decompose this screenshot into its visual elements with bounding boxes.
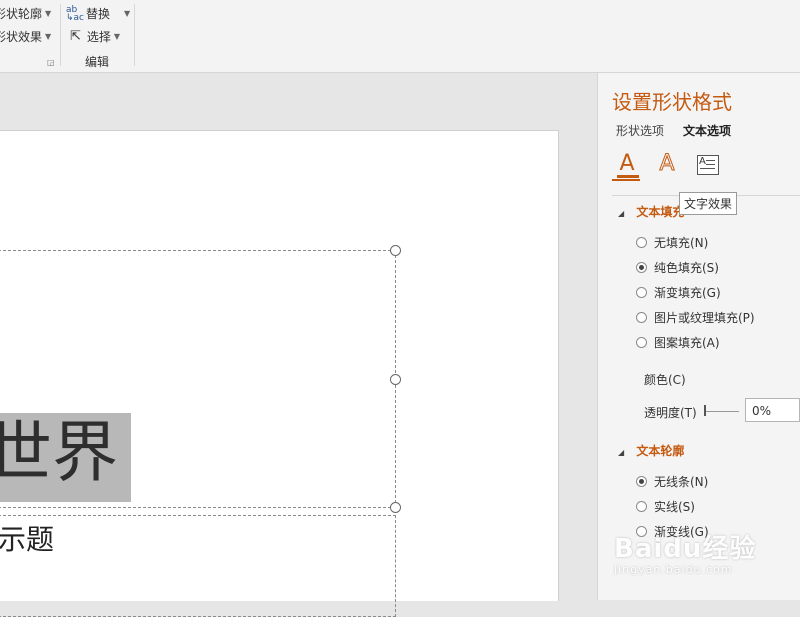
chevron-down-icon: ▼: [45, 9, 52, 18]
radio-gradient-fill[interactable]: 渐变填充(G): [636, 284, 721, 301]
transparency-input[interactable]: 0%: [745, 398, 800, 422]
cursor-icon: ⇱: [70, 29, 81, 44]
shape-effects-label: 形状效果: [0, 30, 43, 44]
radio-icon: [636, 312, 647, 323]
collapse-triangle-icon: ◢: [618, 448, 625, 457]
text-effects-icon: A: [659, 151, 675, 176]
radio-picture-fill[interactable]: 图片或纹理填充(P): [636, 309, 755, 326]
shape-effects-button[interactable]: 形状效果 ▼: [0, 27, 51, 47]
pane-title: 设置形状格式: [612, 90, 732, 114]
tab-text-options[interactable]: 文本选项: [683, 122, 731, 139]
ribbon: 形状轮廓 ▼ 形状效果 ▼ ◲ ab ↳ac 替换 ▼ ⇱ 选择 ▼ 编辑: [0, 0, 800, 73]
textbox-tab[interactable]: A: [695, 153, 721, 179]
ribbon-separator: [134, 4, 135, 66]
radio-label: 无填充(N): [654, 236, 709, 250]
text-effects-tab[interactable]: A: [654, 151, 680, 179]
shape-outline-button[interactable]: 形状轮廓 ▼: [0, 4, 51, 24]
resize-handle[interactable]: [390, 245, 401, 256]
slide-title-text[interactable]: 世界: [0, 403, 118, 503]
section-text-fill[interactable]: ◢ 文本填充: [618, 203, 684, 220]
tab-shape-options[interactable]: 形状选项: [616, 122, 664, 139]
dialog-launcher-icon[interactable]: ◲: [47, 58, 55, 67]
format-shape-pane: 设置形状格式 形状选项 文本选项 A A A ◢ 文本填充 无填充(N) 纯色填…: [597, 73, 800, 600]
radio-icon: [636, 237, 647, 248]
radio-label: 纯色填充(S): [654, 261, 719, 275]
ribbon-separator: [60, 4, 61, 66]
radio-icon: [636, 262, 647, 273]
text-fill-outline-icon: A: [619, 151, 635, 176]
color-label: 颜色(C): [644, 373, 686, 387]
shape-outline-label: 形状轮廓: [0, 7, 43, 21]
radio-label: 图案填充(A): [654, 336, 720, 350]
replace-label: 替换: [86, 7, 111, 21]
select-label: 选择: [86, 30, 111, 44]
subtitle-placeholder[interactable]: [0, 515, 396, 617]
tooltip-text-effects: 文字效果: [679, 192, 738, 215]
transparency-slider-track[interactable]: [705, 411, 739, 412]
radio-no-fill[interactable]: 无填充(N): [636, 234, 708, 251]
slide-subtitle-text[interactable]: 示题: [0, 520, 54, 560]
radio-label: 实线(S): [654, 500, 695, 514]
resize-handle[interactable]: [390, 374, 401, 385]
transparency-slider-handle[interactable]: [704, 405, 706, 416]
group-label-editing: 编辑: [85, 55, 110, 69]
watermark-main: Baidu经验: [614, 534, 757, 564]
radio-icon: [636, 501, 647, 512]
watermark: Baidu经验 jingyan.baidu.com: [614, 528, 756, 576]
radio-icon: [636, 476, 647, 487]
radio-pattern-fill[interactable]: 图案填充(A): [636, 334, 720, 351]
chevron-down-icon: ▼: [113, 32, 121, 41]
replace-icon: ab ↳ac: [66, 5, 85, 23]
active-icon-tab-indicator: [612, 179, 640, 181]
chevron-down-icon: ▼: [124, 9, 131, 18]
section-text-outline-label: 文本轮廓: [636, 444, 685, 458]
select-button[interactable]: ⇱ 选择 ▼: [70, 27, 120, 47]
radio-no-line[interactable]: 无线条(N): [636, 473, 708, 490]
resize-handle[interactable]: [390, 502, 401, 513]
textbox-icon: A: [697, 155, 719, 175]
chevron-down-icon: ▼: [45, 32, 52, 41]
radio-label: 无线条(N): [654, 475, 709, 489]
radio-label: 渐变填充(G): [654, 286, 721, 300]
transparency-label: 透明度(T): [644, 406, 697, 420]
radio-label: 图片或纹理填充(P): [654, 311, 755, 325]
collapse-triangle-icon: ◢: [618, 209, 625, 218]
text-fill-outline-tab[interactable]: A: [614, 153, 640, 179]
radio-solid-line[interactable]: 实线(S): [636, 498, 695, 515]
replace-button[interactable]: ab ↳ac 替换 ▼: [66, 4, 130, 24]
radio-solid-fill[interactable]: 纯色填充(S): [636, 259, 719, 276]
section-text-fill-label: 文本填充: [636, 205, 685, 219]
text-fill-underline-icon: [617, 175, 639, 178]
section-text-outline[interactable]: ◢ 文本轮廓: [618, 442, 684, 459]
radio-icon: [636, 287, 647, 298]
radio-icon: [636, 337, 647, 348]
